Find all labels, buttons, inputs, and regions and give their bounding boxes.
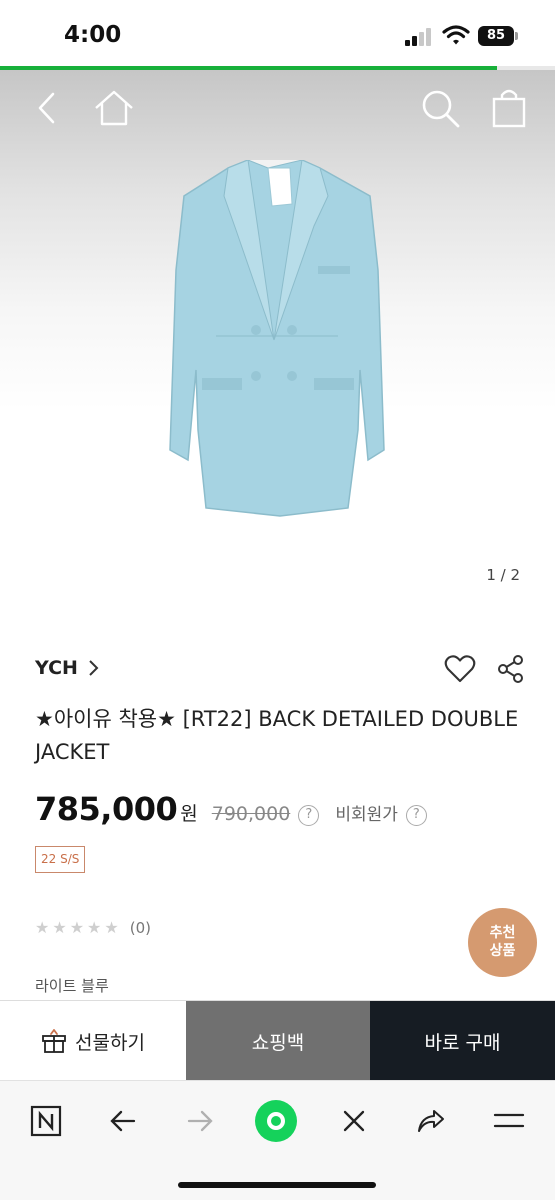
- member-price-help-icon[interactable]: ?: [405, 805, 427, 826]
- image-counter: 1 / 2: [486, 566, 520, 584]
- close-page-button[interactable]: [332, 1099, 376, 1143]
- browser-forward-button[interactable]: [178, 1099, 222, 1143]
- star-icon: ★: [104, 918, 119, 937]
- menu-button[interactable]: [487, 1099, 531, 1143]
- review-count: (0): [129, 918, 151, 937]
- status-time: 4:00: [64, 22, 122, 48]
- buy-now-button[interactable]: 바로 구매: [370, 1001, 555, 1081]
- arrow-right-icon: [187, 1110, 213, 1132]
- product-image[interactable]: [160, 160, 395, 530]
- color-label: 라이트 블루: [35, 977, 109, 995]
- close-icon: [343, 1110, 365, 1132]
- sale-price: 785,000: [35, 790, 178, 828]
- naver-logo-icon: [30, 1105, 62, 1137]
- cellular-signal-icon: [405, 28, 433, 46]
- add-to-cart-button[interactable]: 쇼핑백: [186, 1001, 370, 1081]
- brand-name: YCH: [35, 657, 78, 679]
- battery-level: 85: [478, 26, 514, 46]
- season-tag: 22 S/S: [35, 846, 86, 873]
- brand-link[interactable]: YCH: [35, 654, 100, 682]
- wishlist-button[interactable]: [444, 654, 476, 684]
- product-title: ★아이유 착용★ [RT22] BACK DETAILED DOUBLE JAC…: [35, 707, 519, 764]
- naver-home-button[interactable]: [24, 1099, 68, 1143]
- search-icon: [422, 90, 460, 128]
- star-icon: ★: [69, 918, 85, 937]
- chevron-left-icon: [38, 92, 55, 124]
- rating[interactable]: ★ ★ ★ ★ ★ (0): [35, 918, 151, 937]
- product-image-gallery[interactable]: 1 / 2: [0, 70, 555, 615]
- star-icon: ★: [52, 918, 67, 937]
- member-price-label: 비회원가: [335, 805, 398, 825]
- recommend-label-line1: 추천: [489, 925, 516, 941]
- back-button[interactable]: [24, 84, 72, 132]
- price-row: 785,000 원 790,000 ? 비회원가 ?: [35, 790, 427, 828]
- gift-icon: [42, 1029, 66, 1053]
- status-bar: 4:00 85: [0, 0, 555, 68]
- share-button[interactable]: [496, 654, 526, 684]
- green-dot-icon: [255, 1100, 297, 1142]
- green-dot-button[interactable]: [254, 1099, 298, 1143]
- shopping-bag-button[interactable]: [485, 84, 533, 132]
- home-indicator: [178, 1182, 376, 1188]
- currency-unit: 원: [180, 803, 198, 825]
- home-icon: [95, 90, 133, 126]
- star-icon: ★: [35, 918, 50, 937]
- recommend-products-button[interactable]: 추천 상품: [468, 908, 537, 977]
- recommend-label-line2: 상품: [489, 943, 516, 959]
- wifi-icon: [442, 25, 470, 45]
- gift-button[interactable]: 선물하기: [0, 1001, 186, 1081]
- original-price: 790,000: [211, 803, 291, 825]
- battery-tip: [515, 32, 518, 40]
- arrow-left-icon: [110, 1110, 136, 1132]
- gift-label: 선물하기: [75, 1031, 145, 1054]
- shopping-bag-icon: [492, 89, 526, 128]
- hamburger-menu-icon: [493, 1113, 525, 1128]
- purchase-bar: 선물하기 쇼핑백 바로 구매: [0, 1000, 555, 1081]
- share-icon: [498, 655, 523, 683]
- heart-icon: [444, 655, 476, 683]
- star-icon: ★: [87, 918, 102, 937]
- browser-back-button[interactable]: [101, 1099, 145, 1143]
- browser-share-button[interactable]: [409, 1099, 453, 1143]
- home-button[interactable]: [90, 84, 138, 132]
- chevron-right-icon: [89, 660, 99, 676]
- search-button[interactable]: [416, 84, 464, 132]
- share-arrow-icon: [418, 1110, 444, 1132]
- price-help-icon[interactable]: ?: [298, 805, 320, 826]
